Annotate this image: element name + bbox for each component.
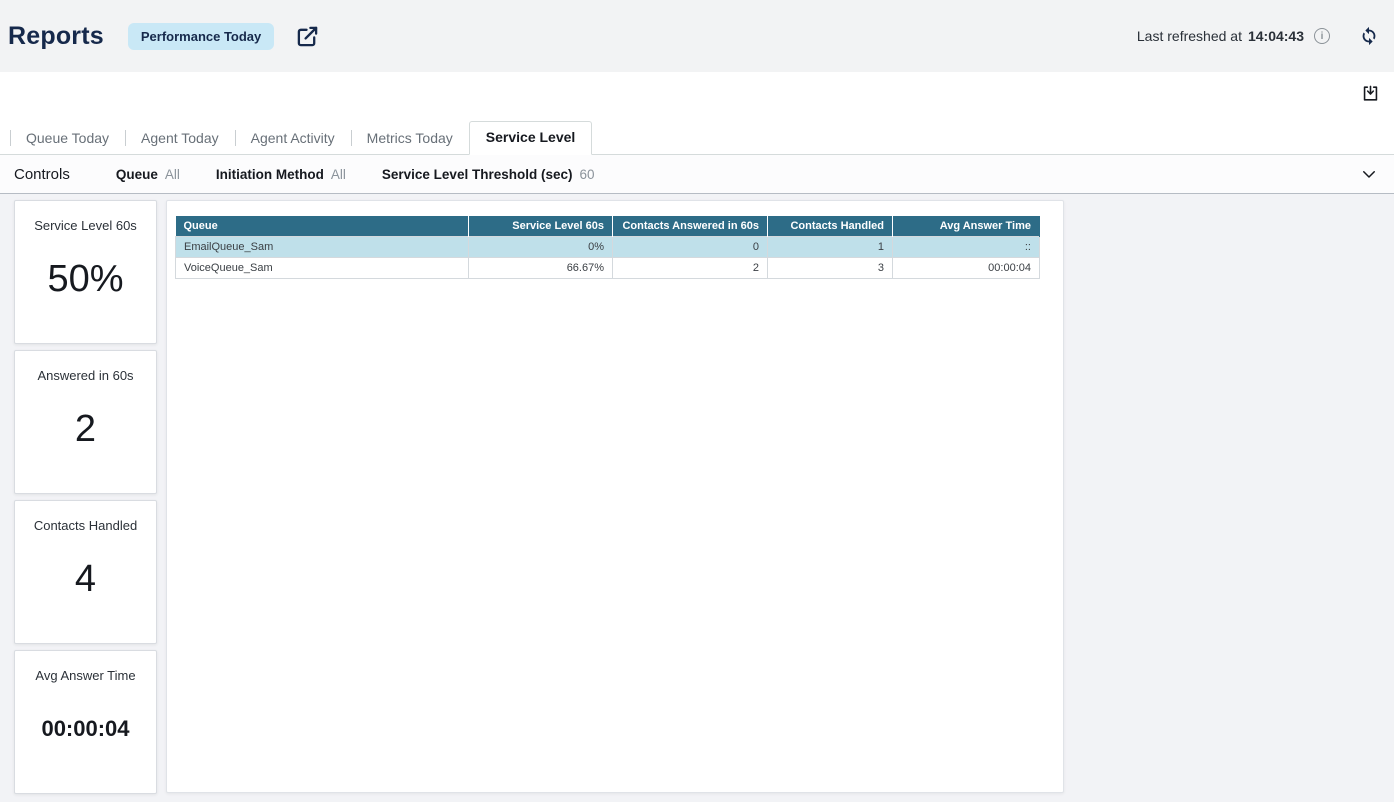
- service-level-table-panel: Queue Service Level 60s Contacts Answere…: [166, 200, 1064, 793]
- filter-service-level-threshold-value: 60: [579, 167, 594, 182]
- kpi-value: 2: [75, 408, 96, 451]
- filter-queue-value: All: [165, 167, 180, 182]
- kpi-service-level-60s: Service Level 60s 50%: [14, 200, 157, 344]
- kpi-value: 00:00:04: [41, 716, 129, 742]
- column-header-service-level-60s[interactable]: Service Level 60s: [469, 216, 613, 236]
- tab-metrics-today[interactable]: Metrics Today: [351, 123, 469, 154]
- tab-agent-activity[interactable]: Agent Activity: [235, 123, 351, 154]
- column-header-contacts-handled[interactable]: Contacts Handled: [768, 216, 893, 236]
- export-button[interactable]: [1361, 84, 1380, 103]
- cell-contacts-handled[interactable]: 3: [768, 257, 893, 278]
- report-badge: Performance Today: [128, 23, 274, 50]
- dashboard-sheet: Service Level 60s 50% Answered in 60s 2 …: [0, 194, 1394, 802]
- filter-service-level-threshold[interactable]: Service Level Threshold (sec) 60: [382, 167, 595, 182]
- cell-avg-answer-time[interactable]: ::: [893, 236, 1040, 257]
- download-icon: [1361, 84, 1380, 103]
- table-row[interactable]: EmailQueue_Sam 0% 0 1 ::: [176, 236, 1040, 257]
- sheet-tabs: Queue Today Agent Today Agent Activity M…: [0, 121, 1394, 155]
- open-in-new-icon: [296, 25, 319, 48]
- kpi-answered-in-60s: Answered in 60s 2: [14, 350, 157, 494]
- cell-contacts-answered[interactable]: 2: [613, 257, 768, 278]
- open-in-new-button[interactable]: [296, 25, 319, 48]
- filter-initiation-method[interactable]: Initiation Method All: [216, 167, 346, 182]
- export-row: [0, 72, 1394, 121]
- cell-queue[interactable]: EmailQueue_Sam: [176, 236, 469, 257]
- kpi-title: Contacts Handled: [34, 518, 137, 533]
- dashboard-embed: Queue Today Agent Today Agent Activity M…: [0, 72, 1394, 802]
- filter-initiation-method-value: All: [331, 167, 346, 182]
- filter-queue[interactable]: Queue All: [116, 167, 180, 182]
- controls-title: Controls: [14, 166, 70, 183]
- cell-contacts-answered[interactable]: 0: [613, 236, 768, 257]
- kpi-value: 50%: [47, 258, 123, 301]
- table-header-row: Queue Service Level 60s Contacts Answere…: [176, 216, 1040, 236]
- filter-service-level-threshold-label: Service Level Threshold (sec): [382, 167, 573, 182]
- last-refreshed-time: 14:04:43: [1248, 28, 1304, 44]
- kpi-avg-answer-time: Avg Answer Time 00:00:04: [14, 650, 157, 794]
- column-header-queue[interactable]: Queue: [176, 216, 469, 236]
- tab-queue-today[interactable]: Queue Today: [10, 123, 125, 154]
- chevron-down-icon: [1360, 165, 1378, 183]
- kpi-title: Avg Answer Time: [35, 668, 135, 683]
- service-level-table: Queue Service Level 60s Contacts Answere…: [175, 216, 1040, 279]
- column-header-avg-answer-time[interactable]: Avg Answer Time: [893, 216, 1040, 236]
- cell-contacts-handled[interactable]: 1: [768, 236, 893, 257]
- filter-queue-label: Queue: [116, 167, 158, 182]
- cell-queue[interactable]: VoiceQueue_Sam: [176, 257, 469, 278]
- table-row[interactable]: VoiceQueue_Sam 66.67% 2 3 00:00:04: [176, 257, 1040, 278]
- last-refreshed-label: Last refreshed at: [1137, 28, 1242, 44]
- refresh-button[interactable]: [1358, 25, 1380, 47]
- kpi-title: Answered in 60s: [37, 368, 133, 383]
- tab-service-level[interactable]: Service Level: [469, 121, 593, 155]
- last-refreshed: Last refreshed at 14:04:43 i: [1137, 28, 1330, 44]
- refresh-icon: [1358, 25, 1380, 47]
- filter-initiation-method-label: Initiation Method: [216, 167, 324, 182]
- top-header: Reports Performance Today Last refreshed…: [0, 0, 1394, 72]
- kpi-contacts-handled: Contacts Handled 4: [14, 500, 157, 644]
- controls-collapse-button[interactable]: [1360, 165, 1378, 183]
- controls-bar: Controls Queue All Initiation Method All…: [0, 155, 1394, 194]
- info-icon[interactable]: i: [1314, 28, 1330, 44]
- column-header-contacts-answered-in-60s[interactable]: Contacts Answered in 60s: [613, 216, 768, 236]
- cell-service-level[interactable]: 0%: [469, 236, 613, 257]
- cell-service-level[interactable]: 66.67%: [469, 257, 613, 278]
- kpi-title: Service Level 60s: [34, 218, 137, 233]
- cell-avg-answer-time[interactable]: 00:00:04: [893, 257, 1040, 278]
- tab-agent-today[interactable]: Agent Today: [125, 123, 235, 154]
- kpi-value: 4: [75, 558, 96, 601]
- page-title: Reports: [8, 22, 104, 51]
